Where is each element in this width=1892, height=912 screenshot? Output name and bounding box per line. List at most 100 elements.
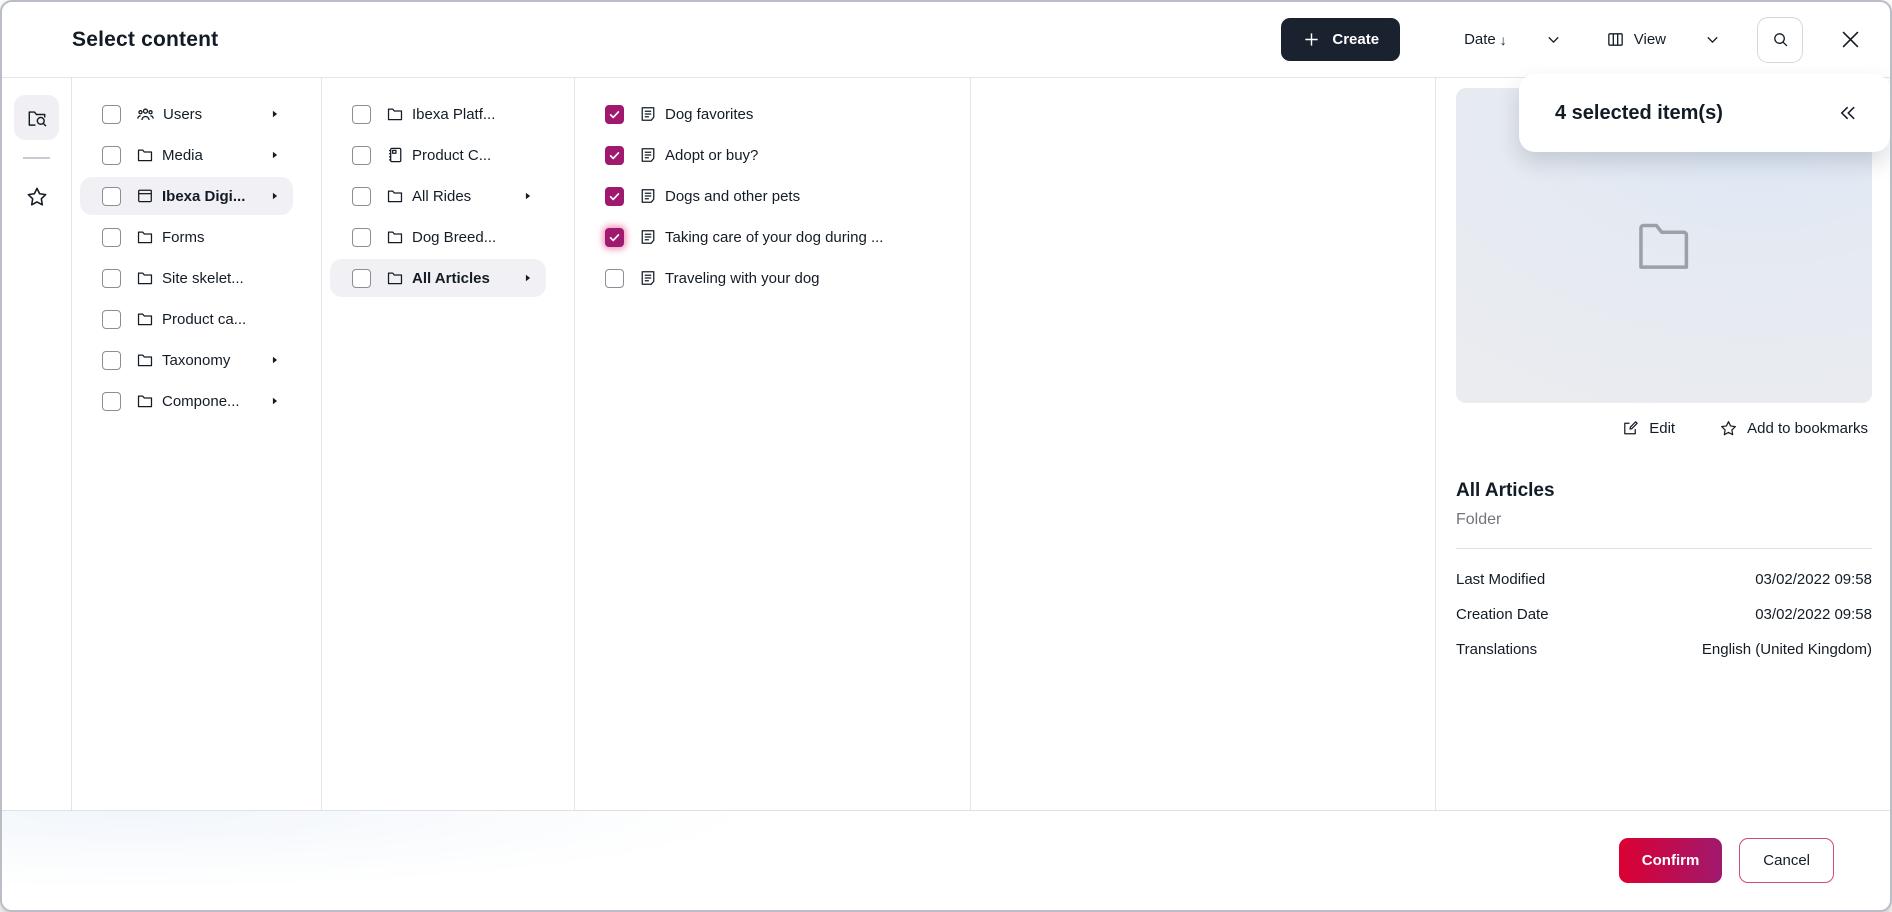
create-button[interactable]: Create [1281, 18, 1400, 61]
item-label: Adopt or buy? [665, 147, 758, 164]
item-label: Taxonomy [162, 352, 230, 369]
checkbox[interactable] [102, 105, 121, 124]
checkbox[interactable] [605, 105, 624, 124]
folder-search-icon [26, 107, 48, 129]
checkbox[interactable] [102, 269, 121, 288]
list-item[interactable]: All Rides [330, 177, 546, 215]
list-item[interactable]: Media [80, 136, 293, 174]
sort-direction-icon: ↓ [1500, 32, 1507, 48]
checkbox[interactable] [605, 187, 624, 206]
item-label: Traveling with your dog [665, 270, 820, 287]
list-item[interactable]: Adopt or buy? [583, 136, 942, 174]
checkbox[interactable] [102, 351, 121, 370]
folder-icon [386, 105, 404, 123]
article-icon [639, 105, 657, 123]
metadata-row: Creation Date03/02/2022 09:58 [1456, 597, 1872, 632]
browse-tab[interactable] [14, 95, 59, 140]
item-label: Taking care of your dog during ... [665, 229, 883, 246]
checkbox[interactable] [352, 146, 371, 165]
checkbox[interactable] [352, 105, 371, 124]
item-label: Dog favorites [665, 106, 753, 123]
plus-icon [1302, 30, 1321, 49]
folder-large-icon [1632, 214, 1696, 278]
checkbox[interactable] [102, 187, 121, 206]
metadata-row: Last Modified03/02/2022 09:58 [1456, 562, 1872, 597]
item-label: Product ca... [162, 311, 246, 328]
item-label: All Articles [412, 270, 490, 287]
folder-icon [136, 269, 154, 287]
item-metadata: Last Modified03/02/2022 09:58Creation Da… [1456, 562, 1872, 667]
edit-label: Edit [1649, 420, 1675, 437]
list-item[interactable]: Taxonomy [80, 341, 293, 379]
list-item[interactable]: Compone... [80, 382, 293, 420]
checkbox[interactable] [352, 269, 371, 288]
list-item[interactable]: Dog Breed... [330, 218, 546, 256]
folder-icon [136, 228, 154, 246]
metadata-value: 03/02/2022 09:58 [1755, 606, 1872, 623]
sort-control[interactable]: Date ↓ [1464, 31, 1507, 48]
add-to-bookmarks-button[interactable]: Add to bookmarks [1719, 419, 1868, 438]
list-item[interactable]: Ibexa Digi... [80, 177, 293, 215]
bookmarks-tab[interactable] [14, 174, 59, 219]
selected-items-card: 4 selected item(s) [1519, 74, 1890, 152]
expand-arrow-icon[interactable] [269, 108, 281, 120]
close-icon [1837, 26, 1864, 53]
checkbox[interactable] [102, 146, 121, 165]
selected-count-label: 4 selected item(s) [1555, 102, 1723, 125]
item-label: All Rides [412, 188, 471, 205]
confirm-button[interactable]: Confirm [1619, 838, 1723, 883]
folder-icon [386, 228, 404, 246]
metadata-row: TranslationsEnglish (United Kingdom) [1456, 632, 1872, 667]
modal-body: Users Media Ibexa Digi...Forms Site skelet.… [2, 78, 1890, 810]
item-label: Media [162, 147, 203, 164]
list-item[interactable]: Ibexa Platf... [330, 95, 546, 133]
list-item[interactable]: Product ca... [80, 300, 293, 338]
star-icon [25, 185, 49, 209]
metadata-label: Translations [1456, 641, 1537, 658]
add-to-bookmarks-label: Add to bookmarks [1747, 420, 1868, 437]
checkbox[interactable] [102, 228, 121, 247]
expand-arrow-icon[interactable] [522, 272, 534, 284]
checkbox[interactable] [352, 228, 371, 247]
list-item[interactable]: Site skelet... [80, 259, 293, 297]
header-controls: Create Date ↓ View [1281, 17, 1864, 63]
checkbox[interactable] [102, 310, 121, 329]
list-item[interactable]: Product C... [330, 136, 546, 174]
divider [1456, 548, 1872, 549]
checkbox[interactable] [102, 392, 121, 411]
view-control[interactable]: View [1606, 30, 1666, 49]
content-column-4 [971, 78, 1436, 810]
expand-arrow-icon[interactable] [522, 190, 534, 202]
folder-icon [136, 310, 154, 328]
list-item[interactable]: Traveling with your dog [583, 259, 942, 297]
expand-arrow-icon[interactable] [269, 190, 281, 202]
list-item[interactable]: Users [80, 95, 293, 133]
select-content-modal: Select content Create Date ↓ View [0, 0, 1892, 912]
checkbox[interactable] [605, 269, 624, 288]
view-label: View [1634, 31, 1666, 48]
checkbox[interactable] [352, 187, 371, 206]
item-title: All Articles [1456, 480, 1872, 502]
item-label: Site skelet... [162, 270, 244, 287]
checkbox[interactable] [605, 228, 624, 247]
create-button-label: Create [1332, 31, 1379, 48]
chevron-down-icon[interactable] [1704, 31, 1721, 48]
edit-button[interactable]: Edit [1621, 419, 1675, 438]
list-item[interactable]: Dogs and other pets [583, 177, 942, 215]
search-button[interactable] [1757, 17, 1803, 63]
cancel-button[interactable]: Cancel [1739, 838, 1834, 883]
edit-icon [1621, 419, 1640, 438]
expand-arrow-icon[interactable] [269, 395, 281, 407]
star-icon [1719, 419, 1738, 438]
list-item[interactable]: Dog favorites [583, 95, 942, 133]
list-item[interactable]: Taking care of your dog during ... [583, 218, 942, 256]
list-item[interactable]: Forms [80, 218, 293, 256]
chevron-down-icon[interactable] [1545, 31, 1562, 48]
close-button[interactable] [1837, 26, 1864, 53]
list-item[interactable]: All Articles [330, 259, 546, 297]
article-icon [639, 187, 657, 205]
expand-arrow-icon[interactable] [269, 354, 281, 366]
expand-arrow-icon[interactable] [269, 149, 281, 161]
collapse-panel-icon[interactable] [1834, 100, 1860, 126]
checkbox[interactable] [605, 146, 624, 165]
